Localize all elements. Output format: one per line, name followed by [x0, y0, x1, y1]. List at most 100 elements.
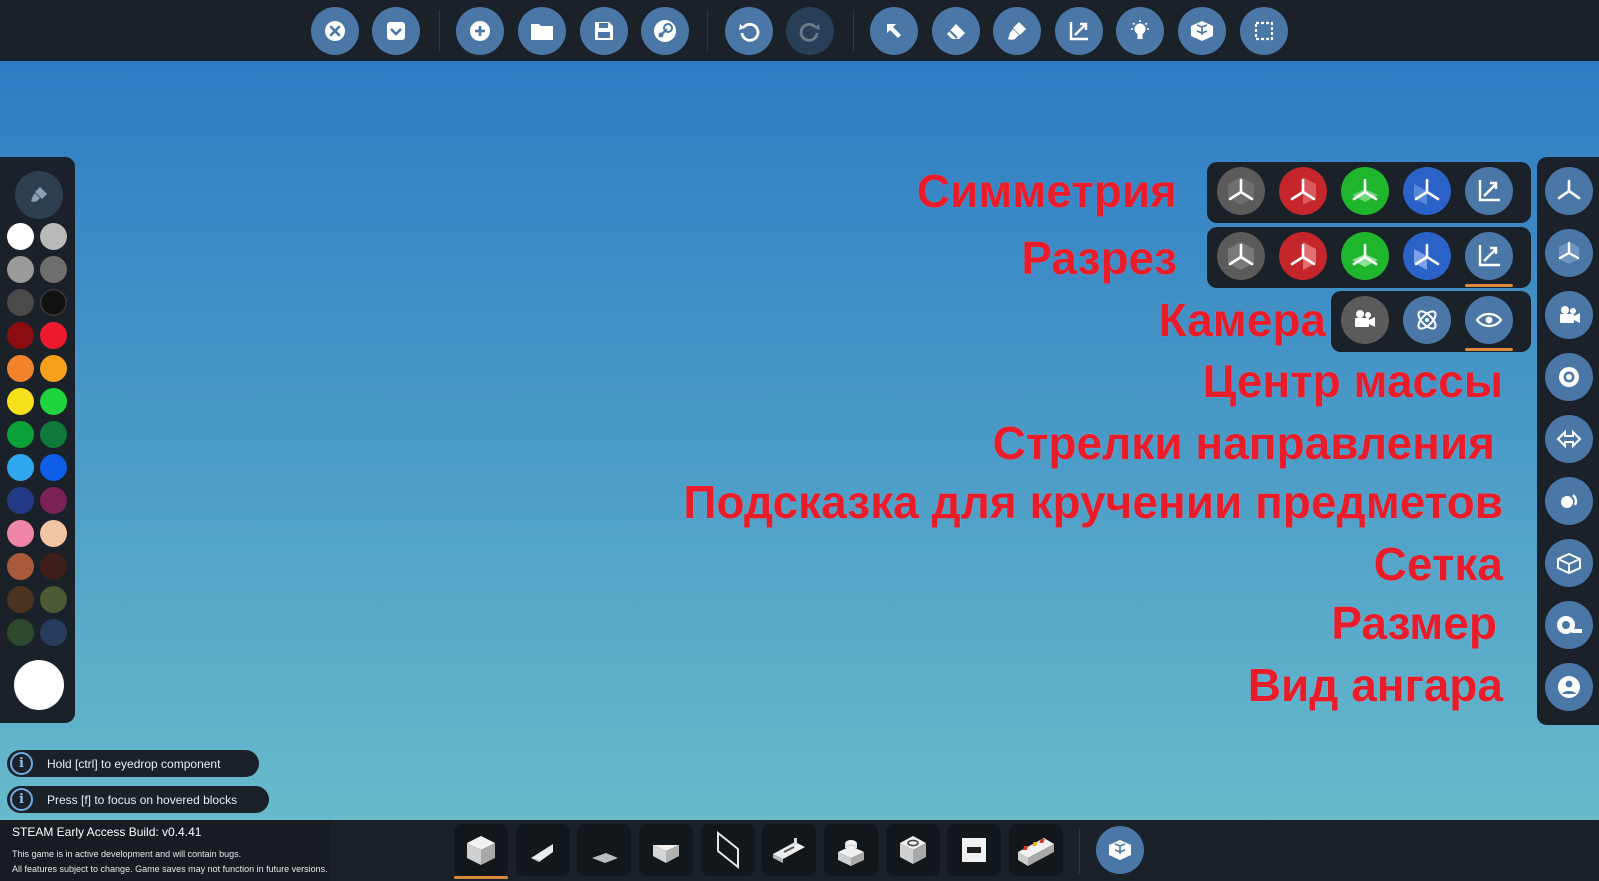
- eraser-icon: [947, 24, 965, 39]
- undo-button[interactable]: [725, 7, 773, 55]
- axis-x-icon: [1279, 167, 1327, 215]
- color-swatch[interactable]: [40, 586, 67, 613]
- camera-flyout: [1331, 291, 1531, 352]
- block-slot-cube[interactable]: [454, 824, 508, 879]
- eye-icon: [1465, 296, 1513, 344]
- open-button[interactable]: [518, 7, 566, 55]
- scale-icon: [1069, 22, 1088, 41]
- block-slot-wedge[interactable]: [516, 824, 570, 876]
- scale-tool-button[interactable]: [1055, 7, 1103, 55]
- inverted-wedge-block-icon: [653, 845, 679, 863]
- color-swatch[interactable]: [7, 619, 34, 646]
- panel-block-icon: [717, 830, 739, 870]
- section-z-icon: [1403, 232, 1451, 280]
- color-swatch[interactable]: [7, 454, 34, 481]
- camera-view-button[interactable]: [1465, 296, 1513, 351]
- section-y-button[interactable]: [1341, 232, 1389, 280]
- symmetry-z-button[interactable]: [1403, 167, 1451, 215]
- block-slot-control[interactable]: [1009, 824, 1063, 876]
- block-slot-panel[interactable]: [701, 824, 755, 876]
- close-button[interactable]: [311, 7, 359, 55]
- color-swatch[interactable]: [7, 586, 34, 613]
- color-swatch[interactable]: [7, 388, 34, 415]
- redo-button[interactable]: [786, 7, 834, 55]
- color-swatch[interactable]: [40, 289, 67, 316]
- color-swatch[interactable]: [40, 256, 67, 283]
- color-swatch[interactable]: [7, 322, 34, 349]
- symmetry-x-button[interactable]: [1279, 167, 1327, 215]
- section-z-button[interactable]: [1403, 232, 1451, 280]
- parts-menu-button[interactable]: [1096, 826, 1144, 874]
- section-toggle-button[interactable]: [1545, 229, 1593, 277]
- paint-bucket-button[interactable]: [15, 171, 63, 219]
- color-swatch[interactable]: [40, 619, 67, 646]
- color-swatch[interactable]: [40, 421, 67, 448]
- section-x-button[interactable]: [1279, 232, 1327, 280]
- section-none-button[interactable]: [1217, 232, 1265, 280]
- light-tool-button[interactable]: [1116, 7, 1164, 55]
- target-icon: [1559, 367, 1579, 387]
- label-hangar-view: Вид ангара: [1247, 659, 1503, 711]
- dropdown-button[interactable]: [372, 7, 420, 55]
- color-swatch[interactable]: [7, 421, 34, 448]
- block-slot-rail[interactable]: [762, 824, 816, 876]
- color-swatch[interactable]: [7, 256, 34, 283]
- direction-arrows-button[interactable]: [1545, 415, 1593, 463]
- block-slot-window[interactable]: [947, 824, 1001, 876]
- new-button[interactable]: [456, 7, 504, 55]
- camera-free-button[interactable]: [1341, 296, 1389, 344]
- color-swatch[interactable]: [7, 289, 34, 316]
- section-icon: [1558, 241, 1580, 264]
- color-swatch[interactable]: [40, 520, 67, 547]
- parts-button[interactable]: [1178, 7, 1226, 55]
- color-swatch[interactable]: [7, 223, 34, 250]
- paint-tool-button[interactable]: [993, 7, 1041, 55]
- color-swatch[interactable]: [40, 322, 67, 349]
- color-swatch[interactable]: [40, 553, 67, 580]
- grid-cube-icon: [1557, 552, 1581, 575]
- folder-icon: [531, 24, 553, 40]
- direction-arrows-icon: [1556, 429, 1582, 449]
- center-of-mass-button[interactable]: [1545, 353, 1593, 401]
- color-swatch[interactable]: [40, 487, 67, 514]
- symmetry-y-button[interactable]: [1341, 167, 1389, 215]
- color-swatch[interactable]: [7, 553, 34, 580]
- selection-box-button[interactable]: [1240, 7, 1288, 55]
- camera-orbit-button[interactable]: [1403, 296, 1451, 344]
- camera-toggle-button[interactable]: [1545, 291, 1593, 339]
- color-swatch[interactable]: [7, 487, 34, 514]
- rotation-icon: [1561, 494, 1578, 508]
- color-swatch[interactable]: [7, 355, 34, 382]
- hint-text: Hold [ctrl] to eyedrop component: [47, 756, 221, 771]
- hangar-view-button[interactable]: [1545, 663, 1593, 711]
- hangar-icon: [1558, 676, 1580, 698]
- color-swatch[interactable]: [40, 223, 67, 250]
- steam-button[interactable]: [641, 7, 689, 55]
- color-swatch[interactable]: [40, 355, 67, 382]
- save-button[interactable]: [580, 7, 628, 55]
- block-slot-button[interactable]: [824, 824, 878, 876]
- eraser-tool-button[interactable]: [932, 7, 980, 55]
- symmetry-toggle-button[interactable]: [1545, 167, 1593, 215]
- block-slot-socket[interactable]: [886, 824, 940, 876]
- color-swatch[interactable]: [40, 388, 67, 415]
- paint-brush-icon: [1008, 22, 1026, 40]
- symmetry-scale-button[interactable]: [1465, 167, 1513, 215]
- symmetry-none-button[interactable]: [1217, 167, 1265, 215]
- scale-icon: [1465, 232, 1513, 280]
- section-scale-button[interactable]: [1465, 232, 1513, 287]
- toolbar-divider: [439, 10, 440, 52]
- scale-icon: [1465, 167, 1513, 215]
- select-tool-button[interactable]: [870, 7, 918, 55]
- color-swatch[interactable]: [7, 520, 34, 547]
- grid-toggle-button[interactable]: [1545, 539, 1593, 587]
- label-size: Размер: [1331, 597, 1497, 649]
- toolbar-divider: [1079, 828, 1080, 874]
- block-slot-inverted-wedge[interactable]: [639, 824, 693, 876]
- block-slot-slope[interactable]: [577, 824, 631, 876]
- color-swatch[interactable]: [40, 454, 67, 481]
- selected-color-swatch[interactable]: [14, 660, 64, 710]
- size-button[interactable]: [1545, 601, 1593, 649]
- socket-block-icon: [900, 836, 926, 864]
- rotation-hint-button[interactable]: [1545, 477, 1593, 525]
